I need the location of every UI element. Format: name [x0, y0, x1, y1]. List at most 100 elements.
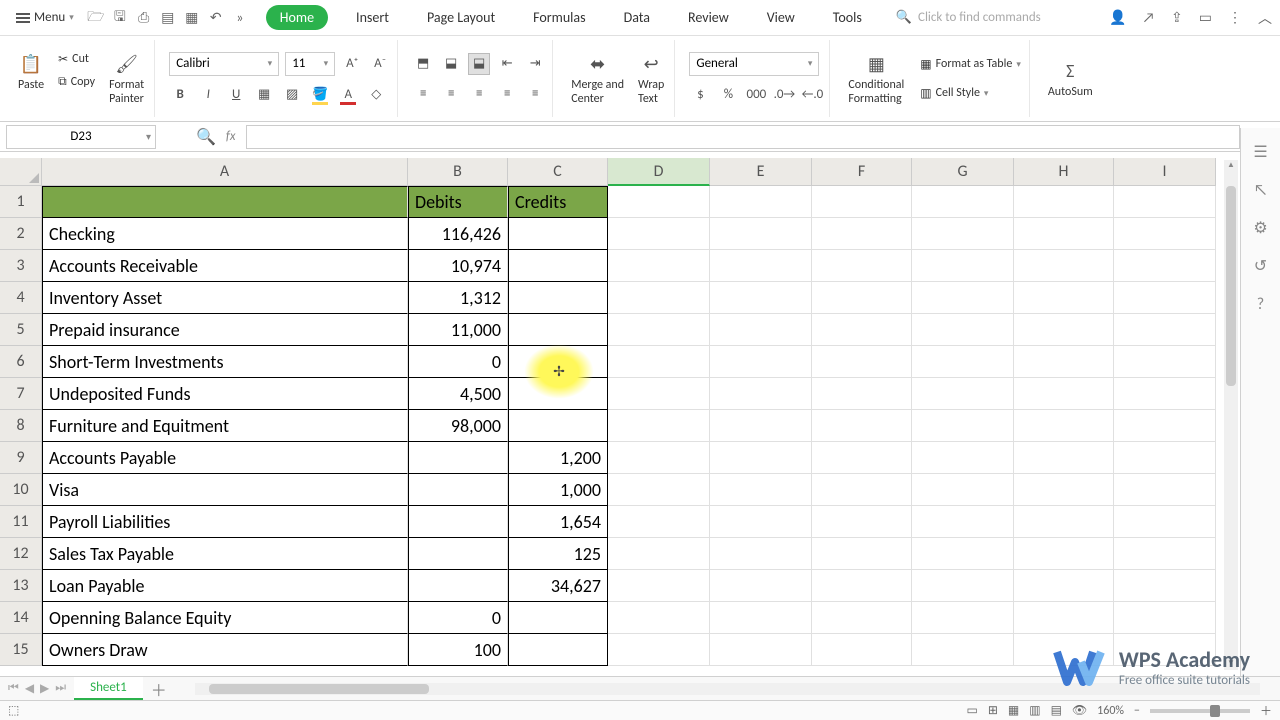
tab-formulas[interactable]: Formulas	[523, 3, 595, 32]
cell[interactable]	[508, 634, 608, 666]
sheet-tab-1[interactable]: Sheet1	[74, 677, 143, 700]
format-painter-button[interactable]: 🖌 Format Painter	[105, 50, 148, 108]
currency-icon[interactable]: $	[689, 84, 711, 106]
add-sheet-button[interactable]: ＋	[143, 677, 175, 701]
col-header-C[interactable]: C	[508, 158, 608, 186]
cell[interactable]	[1114, 410, 1216, 442]
cell[interactable]	[608, 250, 710, 282]
cut-button[interactable]: ✂Cut	[56, 50, 97, 69]
cell[interactable]	[912, 442, 1014, 474]
zoom-knob[interactable]	[1210, 705, 1220, 717]
cell[interactable]	[1014, 250, 1114, 282]
scroll-down-icon[interactable]: ▼	[1224, 658, 1238, 670]
cell[interactable]	[608, 634, 710, 666]
cell[interactable]	[912, 634, 1014, 666]
cell[interactable]	[1114, 474, 1216, 506]
row-header[interactable]: 2	[0, 218, 42, 250]
cell[interactable]	[1014, 506, 1114, 538]
cell[interactable]	[508, 250, 608, 282]
fill-color-button[interactable]: 🪣	[309, 84, 331, 106]
cell[interactable]	[812, 570, 912, 602]
cell[interactable]	[1014, 442, 1114, 474]
horizontal-scrollbar[interactable]	[195, 683, 1260, 695]
cell[interactable]	[608, 410, 710, 442]
more-icon[interactable]: »	[230, 8, 250, 28]
cell[interactable]	[912, 570, 1014, 602]
cell[interactable]	[710, 506, 812, 538]
cell[interactable]: Undeposited Funds	[42, 378, 408, 410]
align-top-icon[interactable]: ⬒	[412, 53, 434, 75]
clear-format-button[interactable]: ◇	[365, 84, 387, 106]
help-icon[interactable]: ?	[1251, 294, 1271, 314]
cell[interactable]	[1014, 570, 1114, 602]
cell[interactable]	[408, 538, 508, 570]
cell[interactable]	[1114, 218, 1216, 250]
col-header-B[interactable]: B	[408, 158, 508, 186]
undo-icon[interactable]: ↶	[206, 8, 226, 28]
merge-center-button[interactable]: ⬌ Merge and Center	[567, 50, 628, 108]
cell[interactable]: 0	[408, 346, 508, 378]
cell[interactable]	[608, 346, 710, 378]
cell[interactable]: Debits	[408, 186, 508, 218]
cell[interactable]: Openning Balance Equity	[42, 602, 408, 634]
cell[interactable]	[608, 442, 710, 474]
cell[interactable]: 1,000	[508, 474, 608, 506]
tab-review[interactable]: Review	[678, 3, 739, 32]
wrap-text-button[interactable]: ↩ Wrap Text	[634, 50, 668, 108]
cell[interactable]	[1114, 506, 1216, 538]
hscroll-thumb[interactable]	[209, 684, 429, 694]
export-menu-icon[interactable]: ⇪	[1171, 9, 1183, 26]
italic-button[interactable]: I	[197, 84, 219, 106]
menu-button[interactable]: Menu ▾	[8, 6, 82, 29]
decrease-indent-icon[interactable]: ⇤	[496, 53, 518, 75]
kebab-icon[interactable]: ⋮	[1228, 9, 1242, 26]
bold-button[interactable]: B	[169, 84, 191, 106]
cell[interactable]	[912, 410, 1014, 442]
cell[interactable]	[1014, 410, 1114, 442]
vertical-scrollbar[interactable]: ▲ ▼	[1224, 160, 1238, 670]
format-as-table-button[interactable]: ▦Format as Table▾	[918, 55, 1023, 74]
cell[interactable]	[812, 538, 912, 570]
cell[interactable]	[508, 282, 608, 314]
cell[interactable]: Furniture and Equitment	[42, 410, 408, 442]
cell[interactable]: 1,312	[408, 282, 508, 314]
view-mode-2-icon[interactable]: ⊞	[988, 703, 998, 718]
cell[interactable]	[408, 570, 508, 602]
window-icon[interactable]: ▭	[1199, 9, 1212, 26]
increase-indent-icon[interactable]: ⇥	[524, 53, 546, 75]
cell[interactable]	[608, 570, 710, 602]
print-preview-icon[interactable]: ▤	[158, 8, 178, 28]
cell[interactable]	[710, 314, 812, 346]
select-all-corner[interactable]	[0, 158, 42, 186]
cell[interactable]	[912, 538, 1014, 570]
cell[interactable]: Credits	[508, 186, 608, 218]
cell[interactable]	[608, 186, 710, 218]
cell[interactable]	[508, 378, 608, 410]
zoom-formula-icon[interactable]: 🔍	[196, 127, 216, 147]
cell[interactable]	[42, 186, 408, 218]
cell[interactable]	[1014, 314, 1114, 346]
cell[interactable]	[608, 314, 710, 346]
row-header[interactable]: 11	[0, 506, 42, 538]
cell[interactable]	[710, 410, 812, 442]
row-header[interactable]: 15	[0, 634, 42, 666]
tab-view[interactable]: View	[757, 3, 805, 32]
increase-decimal-icon[interactable]: .0→	[773, 84, 795, 106]
row-header[interactable]: 4	[0, 282, 42, 314]
cell[interactable]: Payroll Liabilities	[42, 506, 408, 538]
decrease-decimal-icon[interactable]: ←.0	[801, 84, 823, 106]
tab-data[interactable]: Data	[614, 3, 660, 32]
row-header[interactable]: 7	[0, 378, 42, 410]
cell[interactable]	[912, 282, 1014, 314]
cell[interactable]	[710, 538, 812, 570]
tab-tools[interactable]: Tools	[823, 3, 872, 32]
cell[interactable]	[508, 602, 608, 634]
name-box[interactable]: D23 ▾	[6, 125, 156, 149]
cell[interactable]	[710, 378, 812, 410]
cell[interactable]	[608, 538, 710, 570]
cell-style-button[interactable]: ▥Cell Style▾	[918, 84, 1023, 103]
distribute-icon[interactable]: ≡	[524, 83, 546, 105]
cell[interactable]: 34,627	[508, 570, 608, 602]
col-header-F[interactable]: F	[812, 158, 912, 186]
cell[interactable]: Prepaid insurance	[42, 314, 408, 346]
